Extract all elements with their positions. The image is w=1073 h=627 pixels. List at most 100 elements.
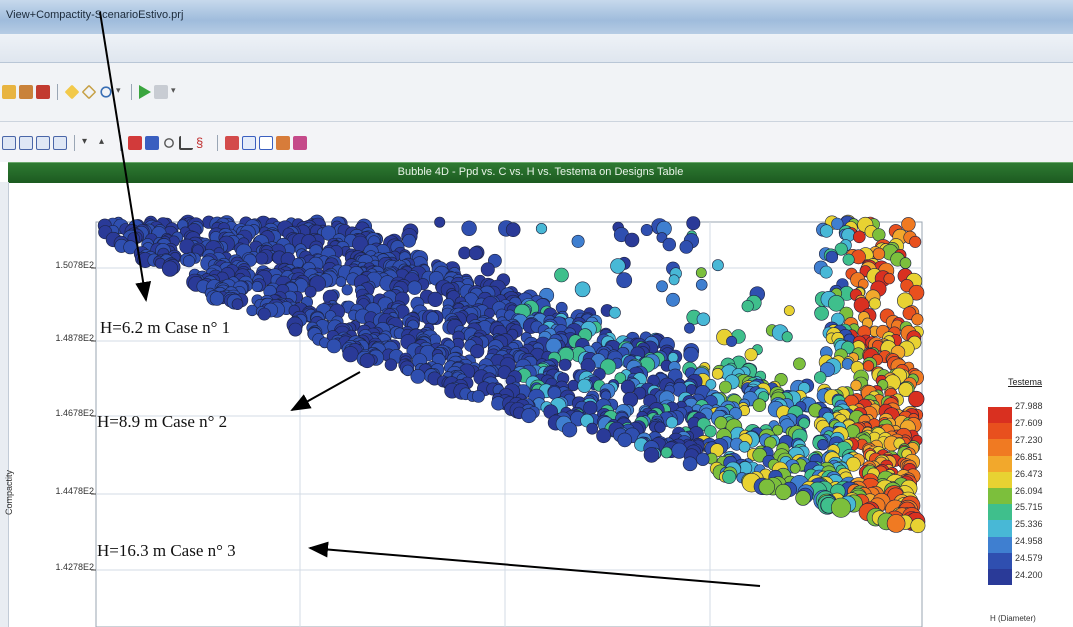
data-point bbox=[246, 304, 258, 317]
data-point bbox=[775, 483, 792, 501]
data-point bbox=[468, 246, 483, 261]
data-point bbox=[231, 298, 244, 311]
data-point bbox=[209, 291, 225, 306]
data-point bbox=[684, 322, 695, 334]
scatter-plot[interactable] bbox=[0, 0, 1073, 627]
data-point bbox=[521, 408, 537, 424]
data-point bbox=[554, 267, 569, 283]
data-point bbox=[434, 216, 446, 228]
data-point bbox=[251, 280, 263, 292]
data-point bbox=[640, 224, 653, 237]
legend-value: 26.473 bbox=[1015, 468, 1043, 479]
data-point bbox=[795, 490, 811, 506]
data-point bbox=[696, 452, 710, 466]
data-point bbox=[617, 432, 633, 448]
data-point bbox=[683, 346, 699, 363]
data-point bbox=[480, 262, 495, 277]
data-point bbox=[610, 258, 626, 274]
data-point bbox=[911, 313, 924, 326]
legend-swatch bbox=[988, 568, 1012, 586]
data-point bbox=[666, 292, 680, 307]
data-point bbox=[384, 358, 398, 371]
data-point bbox=[682, 456, 698, 472]
data-point bbox=[783, 305, 795, 316]
legend-swatch bbox=[988, 552, 1012, 569]
data-point bbox=[744, 348, 758, 362]
data-point bbox=[583, 400, 598, 416]
data-point bbox=[841, 228, 856, 242]
data-point bbox=[714, 416, 728, 430]
data-point bbox=[359, 353, 375, 369]
legend-value: 24.200 bbox=[1015, 570, 1043, 580]
data-point bbox=[842, 253, 855, 266]
data-point bbox=[712, 259, 724, 272]
data-point bbox=[872, 247, 886, 261]
data-point bbox=[662, 237, 676, 252]
y-tick-label: 1.5078E2 bbox=[55, 260, 94, 270]
data-point bbox=[819, 224, 834, 238]
data-point bbox=[567, 379, 580, 392]
legend-swatch bbox=[988, 471, 1012, 488]
data-point bbox=[695, 267, 707, 279]
data-point bbox=[883, 272, 895, 285]
data-point bbox=[910, 518, 926, 534]
data-point bbox=[426, 311, 439, 325]
data-point bbox=[182, 255, 196, 268]
data-point bbox=[695, 278, 708, 291]
legend-value: 26.094 bbox=[1015, 485, 1043, 496]
data-point bbox=[609, 306, 621, 319]
data-point bbox=[326, 338, 342, 354]
legend-title: Testema bbox=[1008, 377, 1043, 387]
legend-value: 27.988 bbox=[1015, 401, 1043, 411]
data-point bbox=[696, 312, 711, 326]
y-tick-label: 1.4478E2 bbox=[55, 486, 94, 496]
data-point bbox=[620, 379, 636, 395]
data-point bbox=[814, 305, 829, 321]
data-point bbox=[789, 463, 801, 474]
color-legend bbox=[988, 407, 1012, 586]
data-point bbox=[458, 246, 471, 260]
data-point bbox=[596, 428, 611, 444]
data-point bbox=[686, 216, 701, 231]
data-point bbox=[574, 281, 591, 298]
data-point bbox=[616, 272, 633, 289]
data-point bbox=[660, 446, 673, 459]
data-point bbox=[852, 230, 866, 244]
data-point bbox=[402, 233, 416, 248]
data-point bbox=[830, 497, 851, 518]
annotation-case-2: H=8.9 m Case n° 2 bbox=[97, 412, 228, 431]
data-point bbox=[704, 425, 717, 438]
data-point bbox=[624, 232, 640, 248]
data-point bbox=[161, 260, 179, 277]
data-point bbox=[656, 280, 668, 293]
data-point bbox=[781, 331, 793, 343]
legend-value: 27.230 bbox=[1015, 434, 1043, 445]
size-legend-label: H (Diameter) bbox=[990, 614, 1036, 623]
legend-value: 24.958 bbox=[1015, 536, 1043, 547]
legend-swatch bbox=[988, 423, 1012, 440]
data-point bbox=[427, 291, 443, 308]
data-point bbox=[901, 217, 916, 232]
data-point bbox=[643, 447, 660, 463]
data-point bbox=[825, 250, 839, 264]
legend-swatch bbox=[988, 407, 1012, 424]
data-point bbox=[813, 371, 827, 384]
legend-value: 25.715 bbox=[1015, 502, 1043, 513]
data-point bbox=[793, 357, 806, 371]
data-point bbox=[558, 358, 572, 371]
legend-swatch bbox=[988, 504, 1012, 521]
data-point bbox=[410, 368, 426, 384]
data-point bbox=[407, 280, 422, 295]
data-point bbox=[722, 469, 737, 484]
data-point bbox=[668, 274, 680, 286]
data-point bbox=[341, 284, 353, 296]
data-point bbox=[586, 422, 599, 435]
data-point bbox=[535, 223, 548, 235]
data-point bbox=[257, 307, 271, 321]
legend-value: 24.579 bbox=[1015, 553, 1043, 564]
data-point bbox=[899, 257, 912, 269]
data-point bbox=[862, 360, 875, 372]
data-point bbox=[726, 335, 738, 347]
y-axis-label: Compactity bbox=[4, 469, 14, 515]
legend-value: 26.851 bbox=[1015, 451, 1043, 462]
